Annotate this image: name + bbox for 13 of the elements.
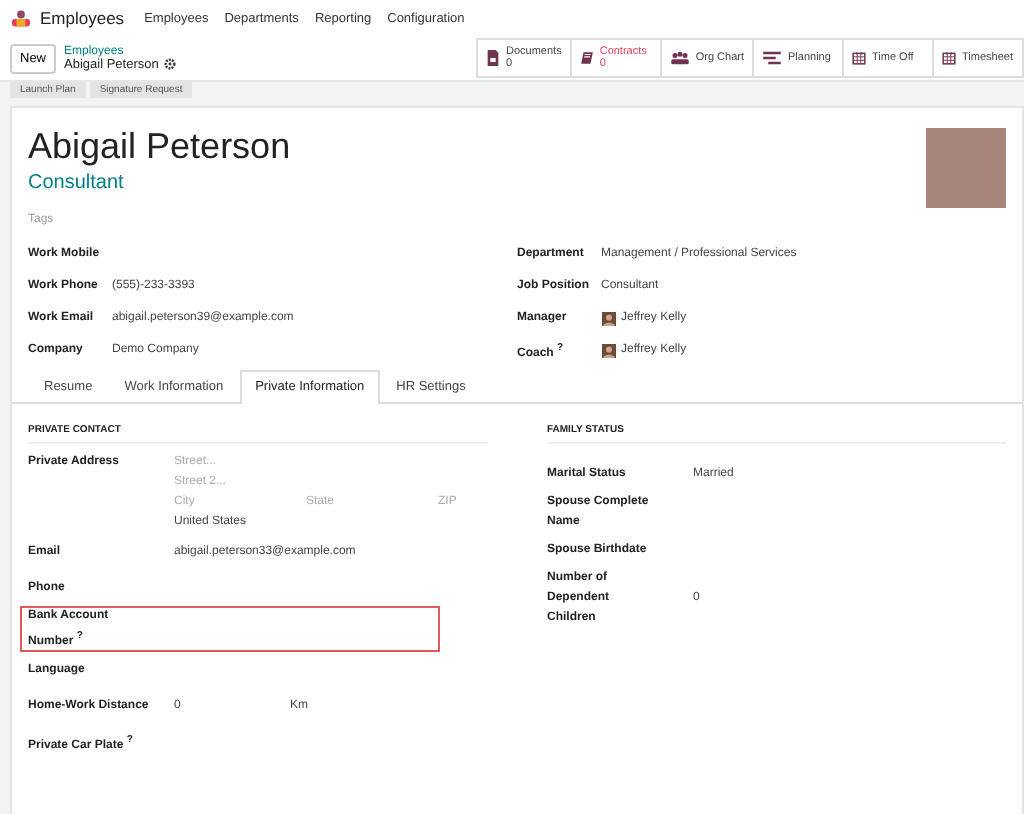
document-icon bbox=[486, 50, 501, 66]
book-icon bbox=[579, 50, 594, 66]
job-title[interactable]: Consultant bbox=[28, 172, 291, 194]
calendar-icon bbox=[852, 50, 866, 66]
people-icon bbox=[669, 50, 690, 66]
calendar-icon bbox=[942, 50, 956, 66]
bars-icon bbox=[762, 50, 782, 66]
app-name[interactable]: Employees bbox=[40, 8, 125, 28]
avatar-icon bbox=[601, 311, 615, 325]
app-logo-icon[interactable] bbox=[10, 9, 32, 27]
settings-icon[interactable] bbox=[164, 58, 177, 70]
avatar-icon bbox=[601, 343, 615, 357]
employee-name[interactable]: Abigail Peterson bbox=[28, 124, 291, 168]
